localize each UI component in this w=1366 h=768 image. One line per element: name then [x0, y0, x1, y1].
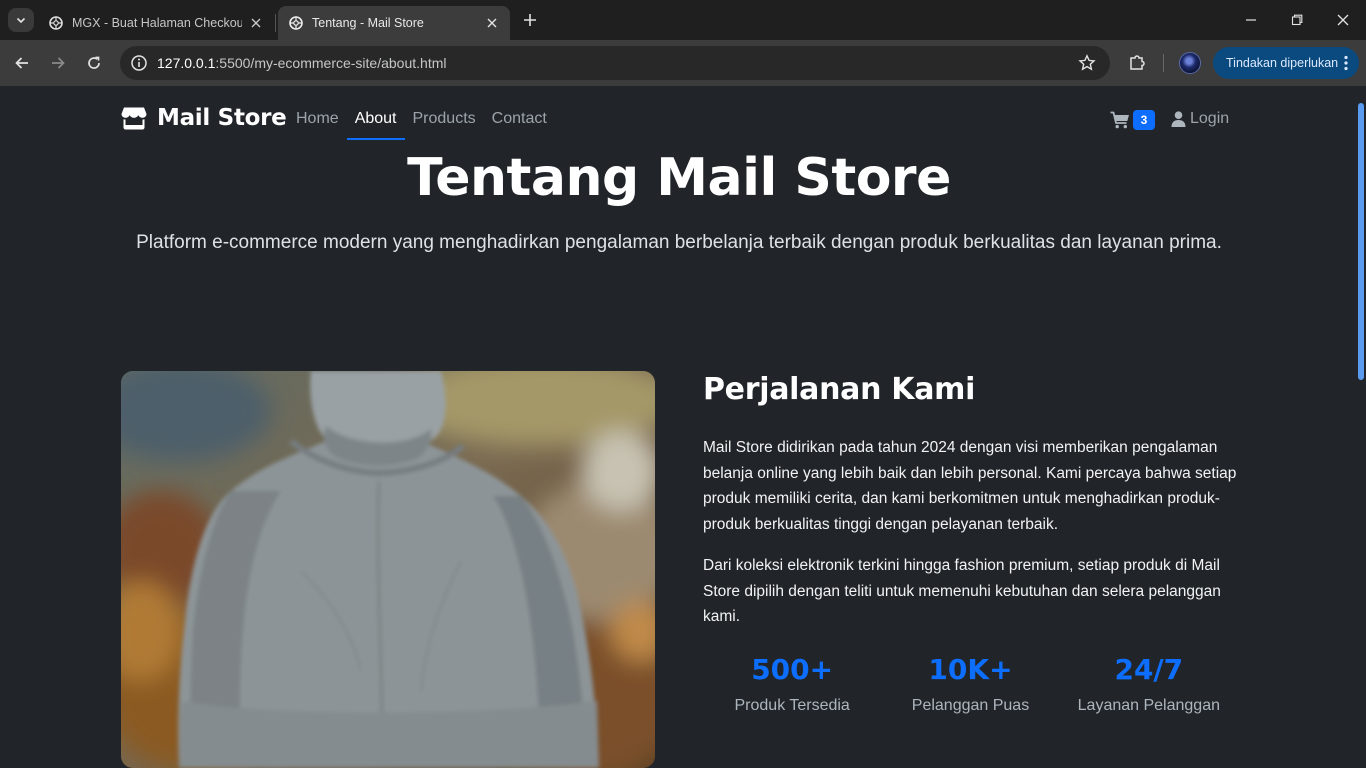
url-host: 127.0.0.1: [157, 55, 216, 71]
bookmark-star-icon[interactable]: [1078, 54, 1096, 72]
user-icon: [1171, 111, 1186, 127]
extensions-button[interactable]: [1126, 51, 1148, 73]
more-vert-icon: [1344, 55, 1348, 71]
page-subtitle: Platform e-commerce modern yang menghadi…: [136, 232, 1222, 253]
tab-favicon-icon: [49, 16, 63, 30]
tab-title: Tentang - Mail Store: [312, 16, 424, 30]
minimize-window-button[interactable]: [1228, 0, 1274, 40]
chevron-down-icon: [16, 17, 26, 24]
page-viewport: Mail Store Home About Products Contact 3…: [0, 86, 1366, 768]
back-button[interactable]: [10, 51, 34, 75]
login-link[interactable]: Login: [1171, 110, 1229, 128]
scrollbar-thumb[interactable]: [1358, 103, 1364, 380]
browser-tab-about[interactable]: Tentang - Mail Store: [278, 6, 510, 40]
browser-toolbar: 127.0.0.1:5500/my-ecommerce-site/about.h…: [0, 40, 1366, 86]
reload-button[interactable]: [82, 51, 106, 75]
url-text[interactable]: 127.0.0.1:5500/my-ecommerce-site/about.h…: [157, 55, 446, 71]
cart-icon: [1110, 111, 1129, 129]
stat-customers: 10K+ Pelanggan Puas: [881, 652, 1059, 715]
tab-divider: [275, 14, 276, 32]
url-path: :5500/my-ecommerce-site/about.html: [215, 55, 447, 71]
forward-button[interactable]: [46, 51, 70, 75]
restore-icon: [1291, 14, 1303, 26]
reload-icon: [88, 56, 100, 69]
brand-link[interactable]: Mail Store: [121, 105, 287, 131]
hoodie-person-image: [121, 371, 655, 768]
about-paragraph-2: Dari koleksi elektronik terkini hingga f…: [703, 557, 1221, 625]
action-required-label: Tindakan diperlukan: [1226, 56, 1339, 70]
site-info-icon[interactable]: [130, 54, 148, 72]
new-tab-button[interactable]: [519, 11, 541, 29]
stat-value: 500+: [751, 653, 834, 686]
cart-button[interactable]: 3: [1110, 110, 1155, 130]
minimize-icon: [1246, 19, 1256, 21]
browser-tab-strip: MGX - Buat Halaman Checkout Tentang - Ma…: [0, 0, 1366, 40]
action-required-button[interactable]: Tindakan diperlukan: [1213, 47, 1359, 79]
main-nav: Home About Products Contact: [296, 110, 563, 140]
about-photo: [121, 371, 655, 768]
plus-icon: [524, 14, 536, 26]
brand-name: Mail Store: [157, 105, 287, 131]
stat-support: 24/7 Layanan Pelanggan: [1060, 652, 1238, 715]
store-icon: [121, 107, 147, 130]
close-window-button[interactable]: [1320, 0, 1366, 40]
stat-products: 500+ Produk Tersedia: [703, 652, 881, 715]
stat-value: 24/7: [1114, 653, 1184, 686]
nav-link-products[interactable]: Products: [413, 110, 476, 140]
stat-label: Pelanggan Puas: [911, 697, 1030, 714]
login-label: Login: [1190, 110, 1230, 127]
tab-title: MGX - Buat Halaman Checkout: [72, 16, 242, 30]
tab-search-button[interactable]: [8, 8, 34, 32]
arrow-left-icon: [15, 57, 28, 69]
close-tab-icon[interactable]: [484, 15, 500, 31]
arrow-right-icon: [52, 57, 65, 69]
toolbar-divider: [1163, 54, 1164, 72]
restore-window-button[interactable]: [1274, 0, 1320, 40]
browser-tab-checkout[interactable]: MGX - Buat Halaman Checkout: [38, 6, 274, 40]
stat-label: Produk Tersedia: [734, 697, 850, 714]
cart-count-badge: 3: [1133, 110, 1155, 130]
profile-avatar[interactable]: [1179, 52, 1201, 74]
stat-value: 10K+: [928, 653, 1013, 686]
stats-row: 500+ Produk Tersedia 10K+ Pelanggan Puas…: [703, 652, 1238, 715]
tab-favicon-icon: [289, 16, 303, 30]
stat-label: Layanan Pelanggan: [1077, 697, 1220, 714]
nav-link-contact[interactable]: Contact: [492, 110, 547, 140]
section-heading: Perjalanan Kami: [703, 372, 976, 407]
nav-link-about[interactable]: About: [346, 110, 405, 140]
nav-link-home[interactable]: Home: [296, 110, 339, 140]
page-scrollbar[interactable]: [1356, 86, 1366, 768]
close-icon: [1337, 14, 1349, 26]
puzzle-icon: [1130, 55, 1145, 70]
close-tab-icon[interactable]: [248, 15, 264, 31]
about-paragraph-1: Mail Store didirikan pada tahun 2024 den…: [703, 439, 1237, 533]
page-title: Tentang Mail Store: [407, 148, 951, 208]
address-bar[interactable]: 127.0.0.1:5500/my-ecommerce-site/about.h…: [120, 46, 1110, 80]
